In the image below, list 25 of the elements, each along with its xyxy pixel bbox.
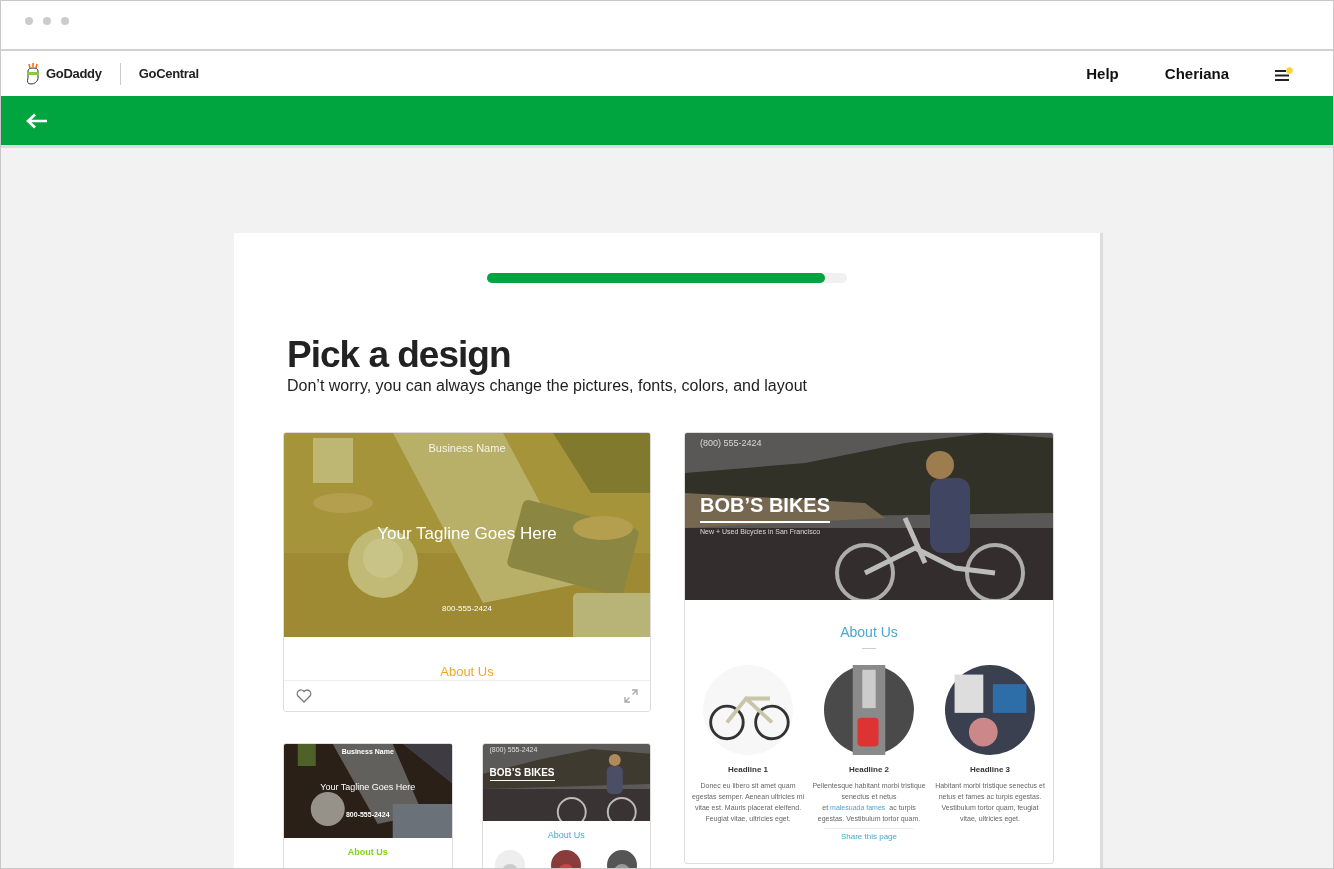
page-subheading: Don’t worry, you can always change the pictures, fonts, colors, and layout <box>287 377 808 395</box>
business-name: Business Name <box>428 442 506 454</box>
tagline: Your Tagline Goes Here <box>377 524 557 544</box>
site-title: BOB’S BIKES <box>700 494 831 523</box>
brand-name[interactable]: GoDaddy <box>46 66 102 81</box>
nav-link[interactable]: Help <box>1086 65 1119 82</box>
back-arrow-icon[interactable] <box>26 112 48 129</box>
mascot-icon <box>26 62 40 85</box>
menu-icon[interactable] <box>1275 66 1293 81</box>
nav-link[interactable]: Cheriana <box>1164 65 1229 82</box>
section-title: About Us <box>546 830 586 840</box>
feature-headline: Headline 3 <box>970 765 1010 774</box>
expand-icon[interactable] <box>624 689 638 703</box>
site-title: BOB’S BIKES <box>489 767 555 781</box>
feature-headline: Headline 1 <box>728 765 768 774</box>
section-title: About Us <box>346 847 389 857</box>
page-heading: Pick a design <box>287 333 512 377</box>
feature-headline: Headline 2 <box>849 765 889 774</box>
product-name: GoCentral <box>138 66 199 81</box>
section-title: About Us <box>439 664 495 679</box>
heart-icon[interactable] <box>296 689 312 703</box>
tagline: Your Tagline Goes Here <box>320 782 416 792</box>
section-title: About Us <box>839 624 899 640</box>
phone-number: (800) 555-2424 <box>700 438 762 448</box>
phone-number: 800-555-2424 <box>442 604 492 613</box>
